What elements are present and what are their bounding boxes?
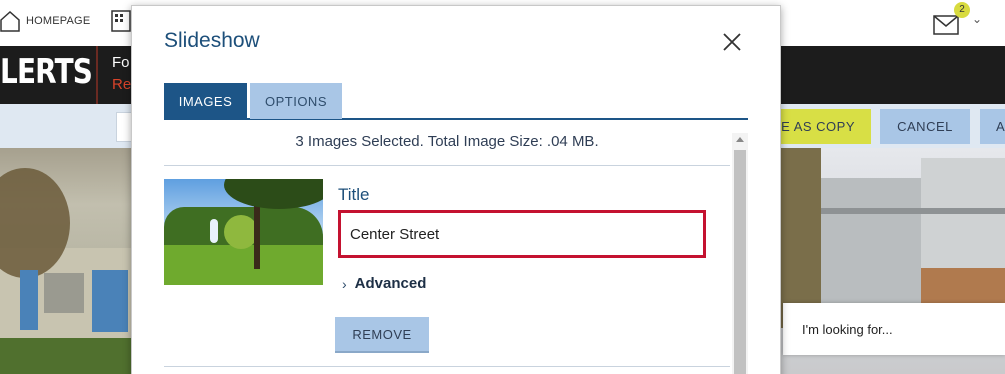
alert-text-line1: Fo <box>112 54 130 71</box>
cancel-button[interactable]: CANCEL <box>880 109 970 144</box>
homepage-label: HOMEPAGE <box>26 15 91 27</box>
dialog-tabs: IMAGES OPTIONS <box>164 83 748 120</box>
selection-summary: 3 Images Selected. Total Image Size: .04… <box>295 133 599 150</box>
image-title-input[interactable] <box>338 210 706 258</box>
divider <box>164 165 730 166</box>
mail-count-badge: 2 <box>954 2 970 18</box>
alert-text-line2: Re <box>112 76 132 93</box>
background-photo-left <box>0 148 131 374</box>
save-as-copy-button[interactable]: E AS COPY <box>773 109 871 144</box>
tab-images[interactable]: IMAGES <box>164 83 247 119</box>
building-icon[interactable] <box>110 9 132 33</box>
homepage-link[interactable]: HOMEPAGE <box>0 10 90 32</box>
scroll-up-icon[interactable] <box>736 137 744 142</box>
dialog-title: Slideshow <box>164 29 260 52</box>
chevron-down-icon[interactable]: ⌄ <box>972 12 982 26</box>
alerts-divider <box>96 46 98 104</box>
slideshow-dialog: Slideshow IMAGES OPTIONS 3 Images Select… <box>131 5 781 374</box>
tab-options[interactable]: OPTIONS <box>250 83 342 119</box>
mail-button[interactable]: 2 <box>933 2 973 36</box>
remove-image-button[interactable]: REMOVE <box>335 317 429 353</box>
close-button[interactable] <box>721 32 743 54</box>
chevron-right-icon: › <box>342 275 347 292</box>
close-icon <box>723 33 741 51</box>
dialog-scrollbar[interactable] <box>732 133 748 374</box>
advanced-toggle[interactable]: › Advanced <box>342 275 426 292</box>
title-field-label: Title <box>338 185 370 204</box>
search-placeholder: I'm looking for... <box>802 322 893 337</box>
scroll-thumb[interactable] <box>734 150 746 374</box>
divider <box>164 366 730 367</box>
home-icon <box>0 10 20 32</box>
advanced-label: Advanced <box>354 275 427 292</box>
alerts-title: LERTS <box>0 52 93 92</box>
partial-action-button[interactable]: A <box>980 109 1005 144</box>
image-thumbnail <box>164 179 323 285</box>
site-search-widget[interactable]: I'm looking for... <box>783 303 1005 355</box>
